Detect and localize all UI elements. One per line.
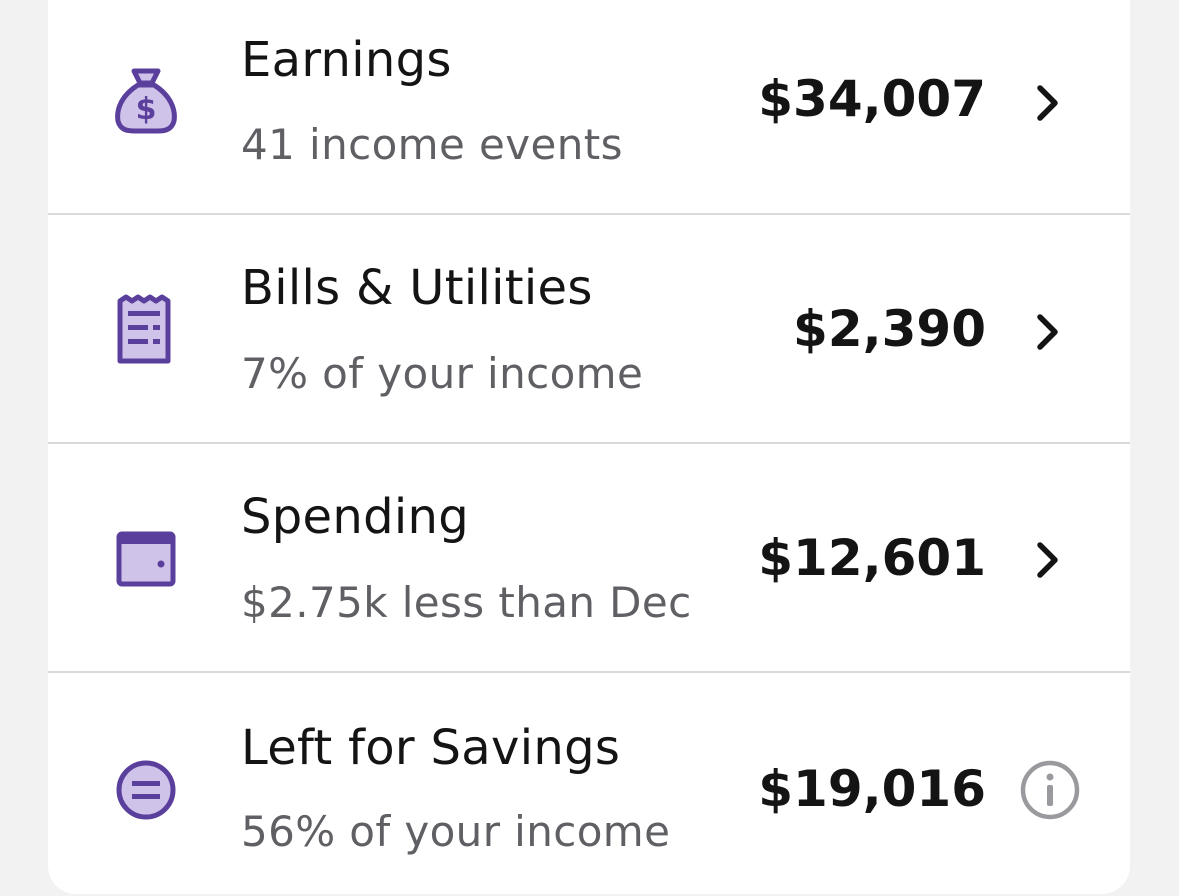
row-amount: $34,007 <box>758 70 986 128</box>
row-amount: $12,601 <box>758 529 986 587</box>
row-spending[interactable]: Spending $2.75k less than Dec $12,601 <box>48 444 1130 673</box>
savings-equal-icon <box>108 752 184 828</box>
row-amount: $19,016 <box>758 760 986 818</box>
info-icon[interactable] <box>1019 759 1081 821</box>
receipt-icon <box>108 293 184 369</box>
row-subtitle: 41 income events <box>241 120 623 169</box>
row-bills-utilities[interactable]: Bills & Utilities 7% of your income $2,3… <box>48 215 1130 444</box>
row-title: Earnings <box>241 32 452 88</box>
row-subtitle: 56% of your income <box>241 807 671 856</box>
row-title: Spending <box>241 489 469 545</box>
row-amount: $2,390 <box>793 300 986 358</box>
row-title: Bills & Utilities <box>241 260 593 316</box>
chevron-right-icon[interactable] <box>1028 312 1068 352</box>
row-subtitle: $2.75k less than Dec <box>241 578 692 627</box>
wallet-icon <box>108 520 184 596</box>
chevron-right-icon[interactable] <box>1028 83 1068 123</box>
row-left-for-savings: Left for Savings 56% of your income $19,… <box>48 673 1130 896</box>
row-title: Left for Savings <box>241 720 621 776</box>
row-subtitle: 7% of your income <box>241 349 644 398</box>
chevron-right-icon[interactable] <box>1028 540 1068 580</box>
money-bag-icon: $ <box>108 63 184 139</box>
row-earnings[interactable]: $ Earnings 41 income events $34,007 <box>48 0 1130 215</box>
svg-text:$: $ <box>136 92 157 127</box>
